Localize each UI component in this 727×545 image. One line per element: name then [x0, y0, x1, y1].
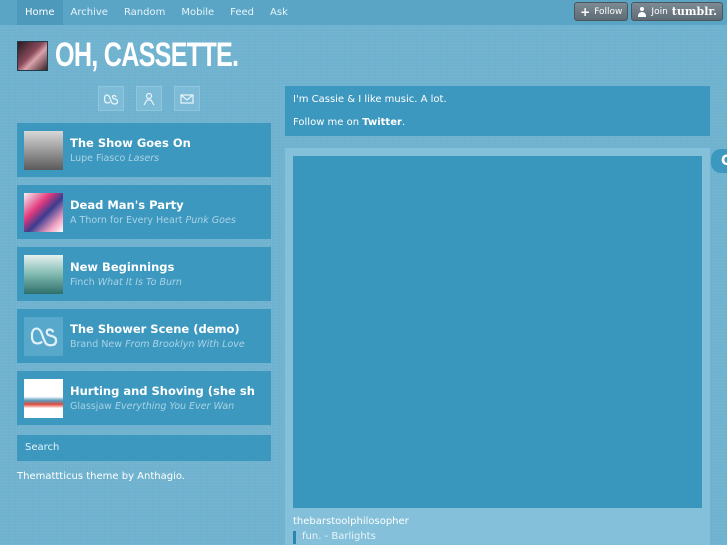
track-artist: Finch — [70, 277, 95, 288]
blog-title[interactable]: OH, CASSETTE. — [55, 36, 239, 75]
theme-credit[interactable]: Themattticus theme by Anthagio. — [17, 471, 185, 482]
track-title: New Beginnings — [70, 260, 175, 274]
people-icon[interactable] — [136, 86, 162, 111]
track-info: New Beginnings Finch What It Is To Burn — [70, 260, 182, 288]
track-info: Dead Man's Party A Thorn for Every Heart… — [70, 198, 236, 226]
track-title: The Show Goes On — [70, 136, 191, 150]
nav-home[interactable]: Home — [17, 0, 63, 25]
user-icon — [637, 6, 647, 17]
about-text: I'm Cassie & I like music. A lot. — [293, 94, 447, 105]
social-links — [98, 86, 200, 111]
track-album: Everything You Ever Wan — [114, 401, 235, 412]
nav-mobile[interactable]: Mobile — [173, 0, 222, 25]
track-album: Punk Goes — [185, 215, 236, 226]
nav-feed[interactable]: Feed — [222, 0, 262, 25]
follow-label: Follow — [594, 6, 623, 17]
track-item[interactable]: Dead Man's Party A Thorn for Every Heart… — [17, 185, 271, 239]
nav-ask[interactable]: Ask — [262, 0, 296, 25]
mail-icon[interactable] — [174, 86, 200, 111]
track-item[interactable]: The Shower Scene (demo) Brand New From B… — [17, 309, 271, 363]
track-subtitle: Brand New From Brooklyn With Love — [70, 339, 245, 350]
follow-prefix: Follow me on — [293, 117, 363, 128]
twitter-link[interactable]: Twitter — [362, 117, 402, 128]
tumblr-controls: + Follow Join tumblr. — [574, 2, 723, 21]
about-box: I'm Cassie & I like music. A lot. Follow… — [285, 86, 710, 136]
track-subtitle: Lupe Fiasco Lasers — [70, 153, 191, 164]
lastfm-placeholder-icon — [24, 316, 63, 356]
plus-icon: + — [580, 4, 591, 19]
avatar[interactable] — [17, 41, 48, 71]
search-input[interactable]: Search — [17, 435, 271, 461]
lastfm-icon[interactable] — [98, 86, 124, 111]
album-cover-finch — [24, 254, 63, 294]
album-cover-lasers — [24, 130, 63, 170]
track-subtitle: Glassjaw Everything You Ever Wan — [70, 401, 255, 412]
track-artist: A Thorn for Every Heart — [70, 215, 183, 226]
track-subtitle: Finch What It Is To Burn — [70, 277, 182, 288]
track-item[interactable]: Hurting and Shoving (she sh Glassjaw Eve… — [17, 371, 271, 425]
track-artist: Brand New — [70, 339, 123, 350]
track-info: The Show Goes On Lupe Fiasco Lasers — [70, 136, 191, 164]
track-artist: Lupe Fiasco — [70, 153, 126, 164]
track-artist: Glassjaw — [70, 401, 112, 412]
follow-line: Follow me on Twitter. — [293, 117, 702, 129]
post: thebarstoolphilosopher fun. - Barlights — [285, 148, 710, 545]
track-album: From Brooklyn With Love — [125, 339, 245, 350]
track-title: Dead Man's Party — [70, 198, 184, 212]
post-quote: fun. - Barlights — [293, 531, 376, 544]
join-label: Join — [651, 6, 668, 17]
track-item[interactable]: New Beginnings Finch What It Is To Burn — [17, 247, 271, 301]
track-info: The Shower Scene (demo) Brand New From B… — [70, 322, 245, 350]
track-title: Hurting and Shoving (she sh — [70, 384, 255, 398]
track-info: Hurting and Shoving (she sh Glassjaw Eve… — [70, 384, 255, 412]
nav-archive[interactable]: Archive — [63, 0, 116, 25]
track-subtitle: A Thorn for Every Heart Punk Goes — [70, 215, 236, 226]
album-cover-punk-goes — [24, 192, 63, 232]
follow-button[interactable]: + Follow — [574, 2, 629, 21]
post-source-link[interactable]: thebarstoolphilosopher — [293, 516, 409, 527]
track-title: The Shower Scene (demo) — [70, 322, 240, 336]
track-album: Lasers — [128, 153, 160, 164]
follow-suffix: . — [401, 117, 406, 128]
track-album: What It Is To Burn — [97, 277, 182, 288]
track-item[interactable]: The Show Goes On Lupe Fiasco Lasers — [17, 123, 271, 177]
join-tumblr-button[interactable]: Join tumblr. — [631, 2, 723, 21]
tumblr-logo-text: tumblr. — [671, 5, 717, 18]
album-cover-glassjaw — [24, 378, 63, 418]
side-tab[interactable]: C — [711, 149, 727, 173]
nav-random[interactable]: Random — [116, 0, 173, 25]
post-media[interactable] — [293, 156, 702, 508]
